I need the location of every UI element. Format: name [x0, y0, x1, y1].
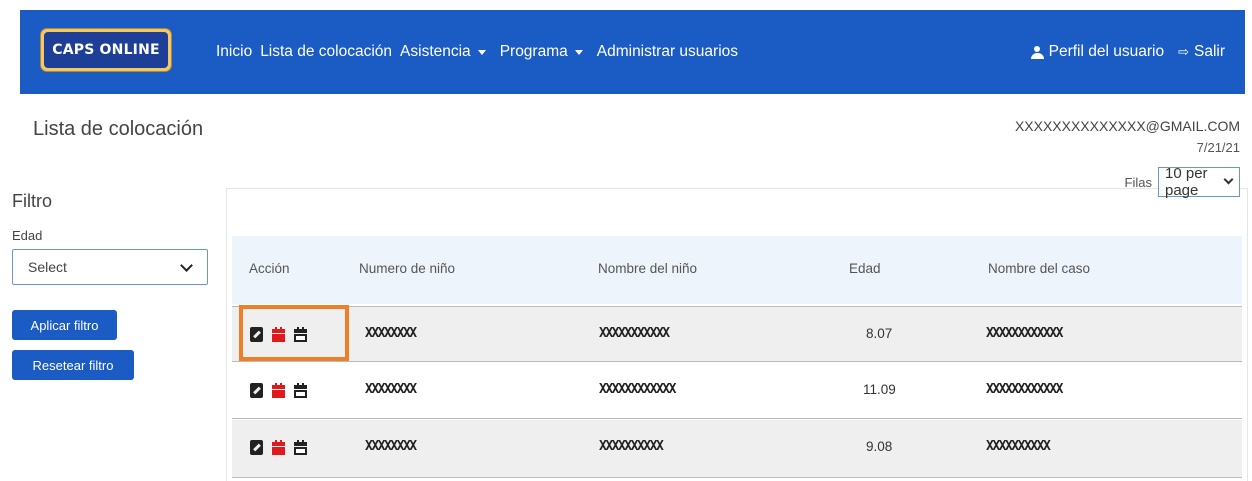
calendar-icon[interactable] — [294, 439, 307, 455]
rows-per-page-control: Filas 10 per page — [1124, 165, 1240, 199]
child-number: XXXXXXXX — [365, 439, 417, 454]
col-nombre-caso[interactable]: Nombre del caso — [988, 261, 1090, 276]
caret-down-icon — [574, 49, 583, 55]
apply-filter-button[interactable]: Aplicar filtro — [12, 310, 117, 340]
table-header: Acción Numero de niño Nombre del niño Ed… — [232, 236, 1242, 304]
nav-programa-dropdown[interactable]: Programa — [500, 43, 589, 61]
caps-online-logo[interactable]: CAPS ONLINE — [41, 29, 171, 71]
user-email: XXXXXXXXXXXXXX@GMAIL.COM — [1014, 118, 1240, 134]
sign-out-icon: ⇨ — [1178, 44, 1189, 59]
reset-filter-button[interactable]: Resetear filtro — [12, 350, 134, 380]
child-age: 9.08 — [866, 439, 893, 454]
logout-label: Salir — [1193, 43, 1225, 60]
nav-programa-label: Programa — [499, 43, 568, 60]
chevron-down-icon — [180, 259, 193, 272]
nav-right: Perfil del usuario ⇨ Salir — [1017, 10, 1225, 94]
case-name: XXXXXXXXXX — [986, 439, 1051, 454]
table-row: XXXXXXXX XXXXXXXXXXXX 11.09 XXXXXXXXXXXX — [232, 363, 1242, 419]
current-date: 7/21/21 — [1196, 140, 1240, 155]
logo-text: CAPS ONLINE — [44, 32, 168, 68]
nav-links: Inicio Lista de colocación Asistencia Pr… — [216, 10, 746, 94]
table-row: XXXXXXXX XXXXXXXXXX 9.08 XXXXXXXXXX — [232, 420, 1242, 478]
nav-asistencia-dropdown[interactable]: Asistencia — [400, 43, 492, 61]
nav-inicio[interactable]: Inicio — [216, 43, 252, 61]
nav-lista-label: Lista de colocación — [260, 43, 393, 60]
nav-administrar-usuarios[interactable]: Administrar usuarios — [597, 43, 738, 61]
nav-inicio-label: Inicio — [216, 43, 253, 60]
profile-link[interactable]: Perfil del usuario — [1030, 43, 1165, 61]
calendar-icon[interactable] — [294, 382, 307, 398]
age-select-value: Select — [28, 259, 67, 275]
nav-asistencia-label: Asistencia — [400, 43, 471, 60]
col-edad[interactable]: Edad — [849, 261, 881, 276]
nav-admin-label: Administrar usuarios — [596, 43, 739, 60]
child-age: 8.07 — [866, 326, 893, 341]
case-name: XXXXXXXXXXXX — [986, 382, 1063, 397]
edit-icon[interactable] — [250, 440, 263, 455]
child-number: XXXXXXXX — [365, 382, 417, 397]
nav-lista-colocacion[interactable]: Lista de colocación — [260, 43, 392, 61]
child-name: XXXXXXXXXXX — [599, 326, 670, 341]
profile-label: Perfil del usuario — [1048, 43, 1165, 60]
col-accion: Acción — [249, 261, 290, 276]
page-title: Lista de colocación — [33, 118, 204, 140]
calendar-red-icon[interactable] — [272, 439, 285, 455]
rows-label: Filas — [1124, 174, 1152, 190]
row-actions — [250, 439, 316, 455]
calendar-red-icon[interactable] — [272, 382, 285, 398]
child-name: XXXXXXXXXX — [599, 439, 664, 454]
caret-down-icon — [477, 49, 486, 55]
child-name: XXXXXXXXXXXX — [599, 382, 676, 397]
case-name: XXXXXXXXXXXX — [986, 326, 1063, 341]
age-filter-select[interactable]: Select — [12, 249, 208, 285]
child-age: 11.09 — [863, 382, 896, 397]
edit-icon[interactable] — [250, 383, 263, 398]
col-numero-nino[interactable]: Numero de niño — [359, 261, 455, 276]
table-row: XXXXXXXX XXXXXXXXXXX 8.07 XXXXXXXXXXXX — [232, 306, 1242, 362]
user-icon — [1030, 45, 1044, 59]
age-filter-label: Edad — [12, 228, 43, 243]
rows-per-page-select[interactable]: 10 per page — [1158, 165, 1240, 199]
col-nombre-nino[interactable]: Nombre del niño — [598, 261, 697, 276]
filter-title: Filtro — [12, 191, 52, 211]
top-navbar: CAPS ONLINE Inicio Lista de colocación A… — [20, 10, 1245, 94]
logout-link[interactable]: ⇨ Salir — [1178, 43, 1225, 61]
row-actions — [250, 382, 316, 398]
action-icons-highlight — [239, 305, 349, 361]
child-number: XXXXXXXX — [365, 326, 417, 341]
